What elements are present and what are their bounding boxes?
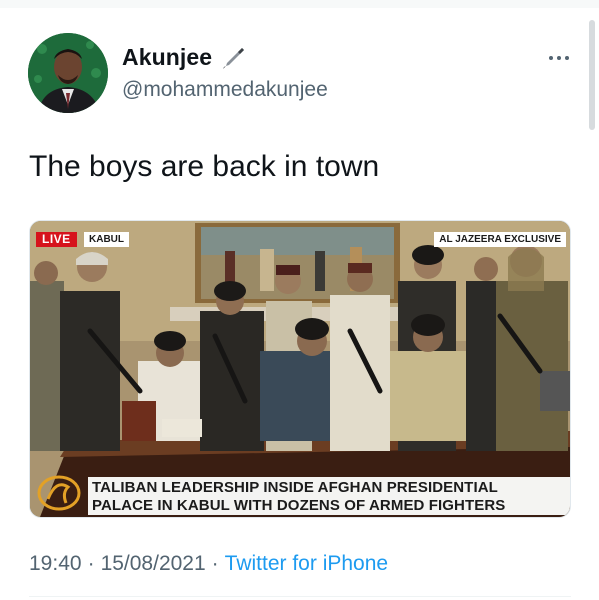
tweet-date[interactable]: 15/08/2021 (101, 552, 206, 576)
tweet-time[interactable]: 19:40 (29, 552, 82, 576)
live-badge: LIVE (36, 232, 77, 247)
display-name[interactable]: Akunjee (122, 44, 212, 71)
tweet-meta: 19:40 · 15/08/2021 · Twitter for iPhone (29, 552, 388, 576)
scrollbar[interactable] (589, 20, 595, 130)
tweet-source-link[interactable]: Twitter for iPhone (225, 552, 388, 576)
fountain-pen-icon (223, 47, 245, 69)
headline-line-2: PALACE IN KABUL WITH DOZENS OF ARMED FIG… (92, 497, 506, 514)
avatar[interactable] (28, 33, 108, 113)
user-handle[interactable]: @mohammedakunjee (122, 78, 328, 102)
meta-separator: · (87, 552, 95, 575)
location-badge: KABUL (84, 232, 129, 247)
top-bar (0, 0, 599, 8)
author-name-row[interactable]: Akunjee (122, 44, 246, 71)
tweet-media[interactable]: LIVE KABUL AL JAZEERA EXCLUSIVE TALIBAN … (29, 220, 571, 518)
headline-line-1: TALIBAN LEADERSHIP INSIDE AFGHAN PRESIDE… (92, 479, 498, 496)
exclusive-badge: AL JAZEERA EXCLUSIVE (434, 232, 566, 247)
meta-separator-2: · (211, 552, 219, 575)
tweet-text: The boys are back in town (29, 150, 380, 183)
al-jazeera-logo-icon (37, 475, 81, 511)
ellipsis-icon[interactable] (547, 53, 571, 63)
media-photo (30, 221, 570, 517)
divider (29, 596, 571, 597)
news-ticker: TALIBAN LEADERSHIP INSIDE AFGHAN PRESIDE… (88, 477, 570, 515)
